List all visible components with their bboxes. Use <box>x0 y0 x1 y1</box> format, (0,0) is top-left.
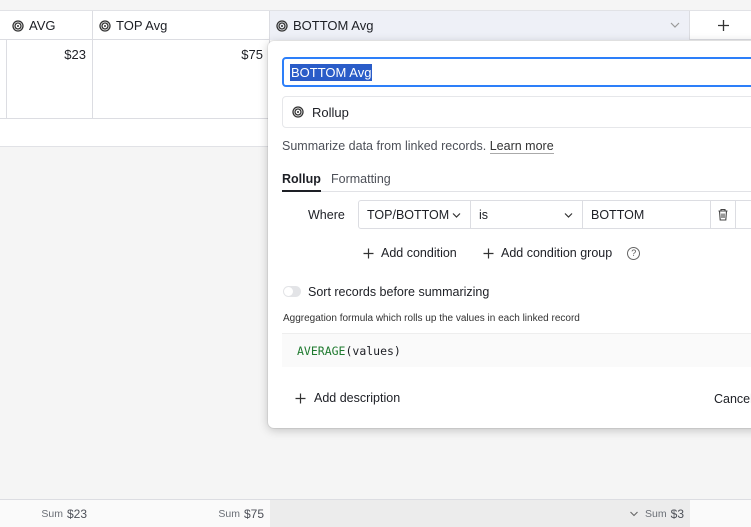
delete-condition-button[interactable] <box>710 200 736 229</box>
trash-icon <box>718 208 728 221</box>
rollup-icon <box>276 19 288 32</box>
field-type-label: Rollup <box>312 104 349 120</box>
condition-field-select[interactable]: TOP/BOTTOM <box>358 200 471 229</box>
condition-operator-value: is <box>479 207 489 222</box>
condition-field-value: TOP/BOTTOM <box>367 207 450 222</box>
condition-value-text: BOTTOM <box>591 207 645 222</box>
add-description-button[interactable]: Add description <box>295 391 400 405</box>
add-condition-button[interactable]: Add condition <box>363 246 457 260</box>
column-header-bottom-avg[interactable]: BOTTOM Avg <box>270 11 690 40</box>
where-label: Where <box>308 208 345 222</box>
summary-bar: Sum $23 Sum $75 Sum $3 <box>0 499 751 527</box>
aggregation-formula-editor[interactable]: AVERAGE (values) <box>282 333 751 367</box>
condition-operator-select[interactable]: is <box>470 200 583 229</box>
summary-label: Sum <box>218 507 240 520</box>
add-column-button[interactable] <box>690 11 751 40</box>
column-header-label: TOP Avg <box>116 18 168 33</box>
sort-records-toggle[interactable] <box>283 286 301 297</box>
summary-value: $75 <box>243 506 264 521</box>
plus-icon <box>483 248 494 258</box>
help-icon[interactable]: ? <box>627 246 641 260</box>
grid-header: AVG TOP Avg BOTTOM Avg <box>0 10 751 40</box>
summary-avg[interactable]: Sum $23 <box>6 500 93 527</box>
formula-function: AVERAGE <box>297 343 346 358</box>
column-header-top-avg[interactable]: TOP Avg <box>93 11 270 40</box>
rollup-icon <box>292 106 304 118</box>
cell-top-avg[interactable]: $75 <box>93 40 270 118</box>
rollup-icon <box>99 19 111 32</box>
tab-rollup[interactable]: Rollup <box>282 172 321 192</box>
chevron-down-icon <box>452 213 461 218</box>
sort-records-label: Sort records before summarizing <box>308 285 490 299</box>
learn-more-link[interactable]: Learn more <box>489 139 554 154</box>
plus-icon <box>363 248 374 258</box>
field-name-input[interactable]: BOTTOM Avg <box>282 57 751 87</box>
aggregation-formula-label: Aggregation formula which rolls up the v… <box>283 313 580 324</box>
chevron-down-icon <box>564 213 573 218</box>
cancel-button[interactable]: Cancel <box>714 392 751 406</box>
summary-label: Sum <box>645 507 667 520</box>
chevron-down-icon[interactable] <box>669 19 681 31</box>
add-description-label: Add description <box>314 391 401 405</box>
summary-value: $3 <box>670 506 684 521</box>
description-text: Summarize data from linked records. <box>282 139 487 153</box>
summary-bottom-avg[interactable]: Sum $3 <box>270 500 690 527</box>
add-condition-label: Add condition <box>381 246 457 260</box>
field-name-selection: BOTTOM Avg <box>290 63 373 81</box>
field-type-select[interactable]: Rollup <box>282 96 751 128</box>
summary-value: $23 <box>66 506 87 521</box>
tab-formatting[interactable]: Formatting <box>331 172 391 192</box>
add-condition-group-button[interactable]: Add condition group ? <box>483 246 641 260</box>
summary-top-avg[interactable]: Sum $75 <box>93 500 270 527</box>
rollup-icon <box>12 19 24 32</box>
column-header-avg[interactable]: AVG <box>6 11 93 40</box>
plus-icon <box>718 20 729 31</box>
field-type-description: Summarize data from linked records. Lear… <box>282 139 554 154</box>
cell-avg[interactable]: $23 <box>6 40 93 118</box>
add-condition-group-label: Add condition group <box>501 246 613 260</box>
config-tabs: Rollup Formatting <box>282 172 751 192</box>
formula-args: (values) <box>345 343 401 358</box>
field-config-popup: BOTTOM Avg Rollup Summarize data from li… <box>268 41 751 428</box>
chevron-down-icon <box>630 511 638 516</box>
summary-label: Sum <box>41 507 63 520</box>
column-header-label: BOTTOM Avg <box>293 18 374 33</box>
column-header-label: AVG <box>29 18 56 33</box>
plus-icon <box>295 393 306 403</box>
drag-condition-handle[interactable] <box>735 200 751 229</box>
condition-value-input[interactable]: BOTTOM <box>582 200 711 229</box>
